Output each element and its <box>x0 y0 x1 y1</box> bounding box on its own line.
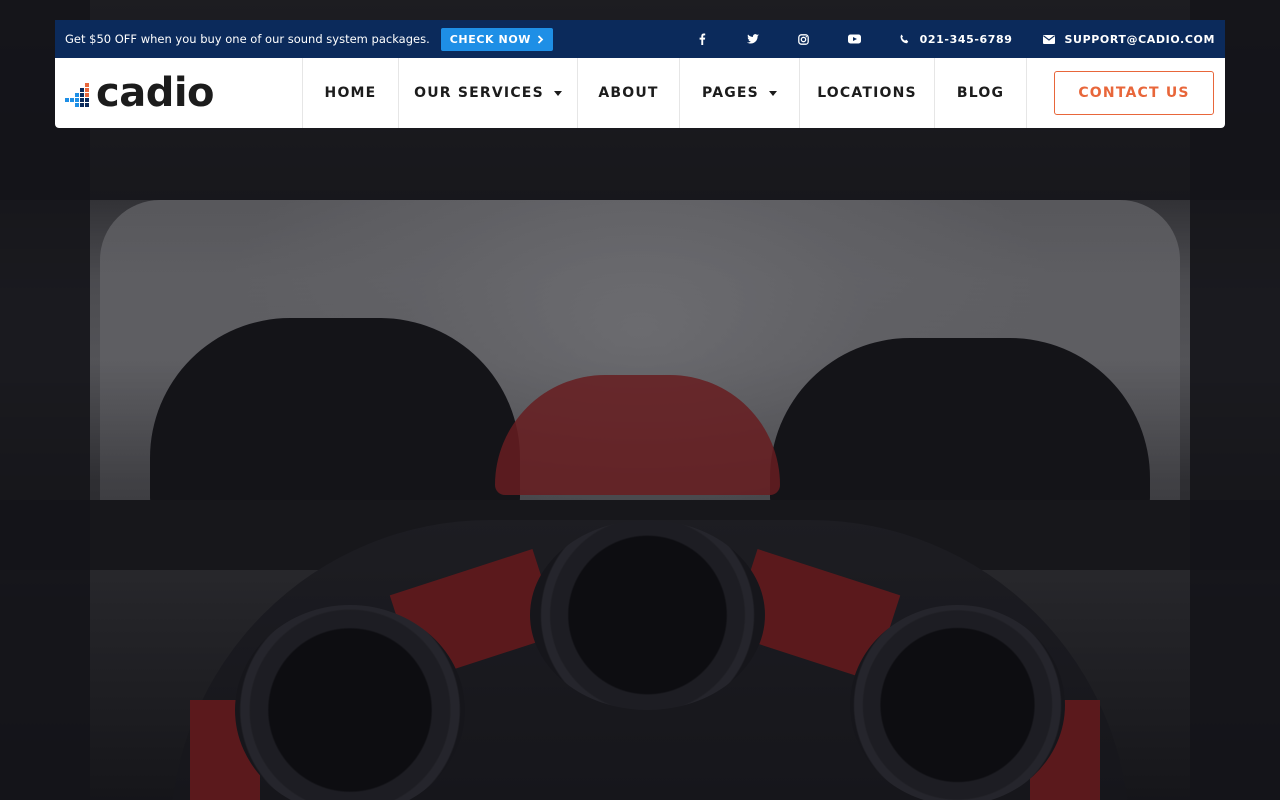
facebook-icon[interactable] <box>689 26 715 52</box>
twitter-icon[interactable] <box>740 26 766 52</box>
phone-icon <box>900 34 908 43</box>
nav-label: BLOG <box>956 85 1005 101</box>
promo-text: Get $50 OFF when you buy one of our soun… <box>65 32 430 46</box>
support-email: SUPPORT@CADIO.COM <box>1064 32 1215 46</box>
logo-text: cadio <box>96 70 215 116</box>
top-bar-right: 021-345-6789 SUPPORT@CADIO.COM <box>689 26 1215 52</box>
nav-item-blog[interactable]: BLOG <box>934 58 1027 128</box>
phone-number: 021-345-6789 <box>919 32 1013 46</box>
nav-label: ABOUT <box>598 85 659 101</box>
envelope-icon <box>1042 34 1055 44</box>
nav-item-about[interactable]: ABOUT <box>577 58 679 128</box>
logo-equalizer-icon <box>65 83 94 107</box>
check-now-label: CHECK NOW <box>449 32 532 46</box>
nav-label: PAGES <box>702 85 759 101</box>
contact-us-label: CONTACT US <box>1078 85 1190 101</box>
site-header: Get $50 OFF when you buy one of our soun… <box>55 20 1225 128</box>
contact-us-button[interactable]: CONTACT US <box>1054 71 1214 115</box>
nav-label: HOME <box>324 85 377 101</box>
nav-label: LOCATIONS <box>817 85 917 101</box>
nav-item-pages[interactable]: PAGES <box>679 58 799 128</box>
check-now-button[interactable]: CHECK NOW <box>440 27 554 51</box>
nav-item-locations[interactable]: LOCATIONS <box>799 58 934 128</box>
caret-down-icon <box>553 90 562 96</box>
nav-item-our-services[interactable]: OUR SERVICES <box>398 58 577 128</box>
nav-label: OUR SERVICES <box>414 85 544 101</box>
main-nav-bar: cadio HOME OUR SERVICES ABOUT PAGES LOCA… <box>55 58 1225 128</box>
instagram-icon[interactable] <box>791 26 817 52</box>
top-bar: Get $50 OFF when you buy one of our soun… <box>55 20 1225 58</box>
caret-down-icon <box>768 90 777 96</box>
email-contact[interactable]: SUPPORT@CADIO.COM <box>1042 32 1215 46</box>
phone-contact[interactable]: 021-345-6789 <box>899 33 1013 46</box>
primary-navigation: HOME OUR SERVICES ABOUT PAGES LOCATIONS … <box>302 58 1027 128</box>
nav-item-home[interactable]: HOME <box>302 58 398 128</box>
site-logo[interactable]: cadio <box>55 58 302 128</box>
chevron-right-icon <box>537 34 544 44</box>
youtube-icon[interactable] <box>842 26 868 52</box>
